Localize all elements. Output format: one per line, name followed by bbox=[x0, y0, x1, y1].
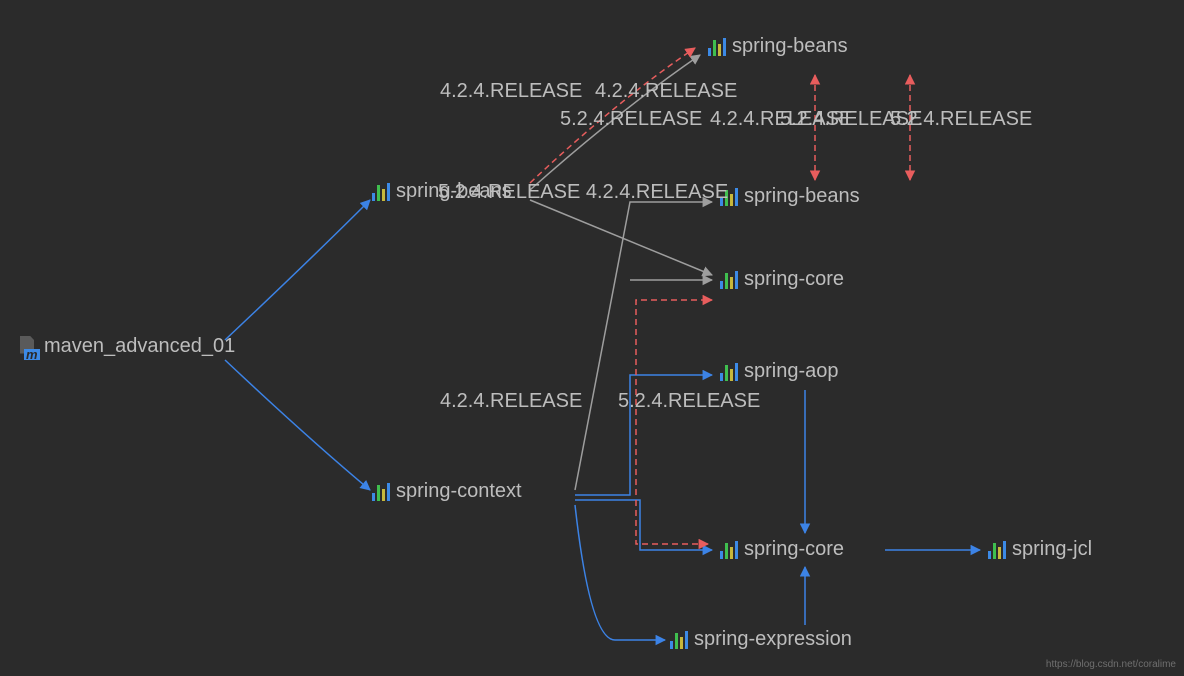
version-label: 5.2.4.RELEASE bbox=[618, 390, 760, 413]
node-spring-jcl[interactable]: spring-jcl bbox=[988, 538, 1092, 561]
node-label: spring-aop bbox=[744, 360, 839, 383]
node-label: spring-beans bbox=[732, 35, 848, 58]
dependency-graph: maven_advanced_01 spring-beans spring-co… bbox=[0, 0, 1184, 676]
version-label: 5.2.4.RELEASE 4.2.4.RELEASE bbox=[438, 181, 728, 204]
version-label: 4.2.4.RELEASE bbox=[440, 390, 582, 413]
node-label: spring-jcl bbox=[1012, 538, 1092, 561]
library-icon bbox=[708, 38, 726, 56]
library-icon bbox=[720, 363, 738, 381]
version-label: 5.2.4.RELEASE bbox=[890, 108, 1032, 131]
library-icon bbox=[670, 631, 688, 649]
node-spring-aop[interactable]: spring-aop bbox=[720, 360, 839, 383]
version-label: 4.2.4.RELEASE bbox=[595, 80, 737, 103]
node-spring-beans-top[interactable]: spring-beans bbox=[708, 35, 848, 58]
node-label: spring-core bbox=[744, 268, 844, 291]
node-spring-beans-mid[interactable]: spring-beans bbox=[720, 185, 860, 208]
maven-icon bbox=[18, 336, 38, 358]
library-icon bbox=[720, 541, 738, 559]
node-spring-expression[interactable]: spring-expression bbox=[670, 628, 852, 651]
library-icon bbox=[372, 483, 390, 501]
node-label: spring-core bbox=[744, 538, 844, 561]
node-spring-core-low[interactable]: spring-core bbox=[720, 538, 844, 561]
version-label: 5.2.4.RELEASE bbox=[560, 108, 702, 131]
node-label: spring-expression bbox=[694, 628, 852, 651]
node-spring-context[interactable]: spring-context bbox=[372, 480, 522, 503]
library-icon bbox=[372, 183, 390, 201]
node-label: spring-beans bbox=[744, 185, 860, 208]
watermark: https://blog.csdn.net/coralime bbox=[1046, 659, 1176, 670]
node-spring-core-mid[interactable]: spring-core bbox=[720, 268, 844, 291]
node-label: maven_advanced_01 bbox=[44, 335, 235, 358]
version-label: 4.2.4.RELEASE bbox=[440, 80, 582, 103]
node-root[interactable]: maven_advanced_01 bbox=[18, 335, 235, 358]
library-icon bbox=[720, 271, 738, 289]
node-label: spring-context bbox=[396, 480, 522, 503]
library-icon bbox=[988, 541, 1006, 559]
